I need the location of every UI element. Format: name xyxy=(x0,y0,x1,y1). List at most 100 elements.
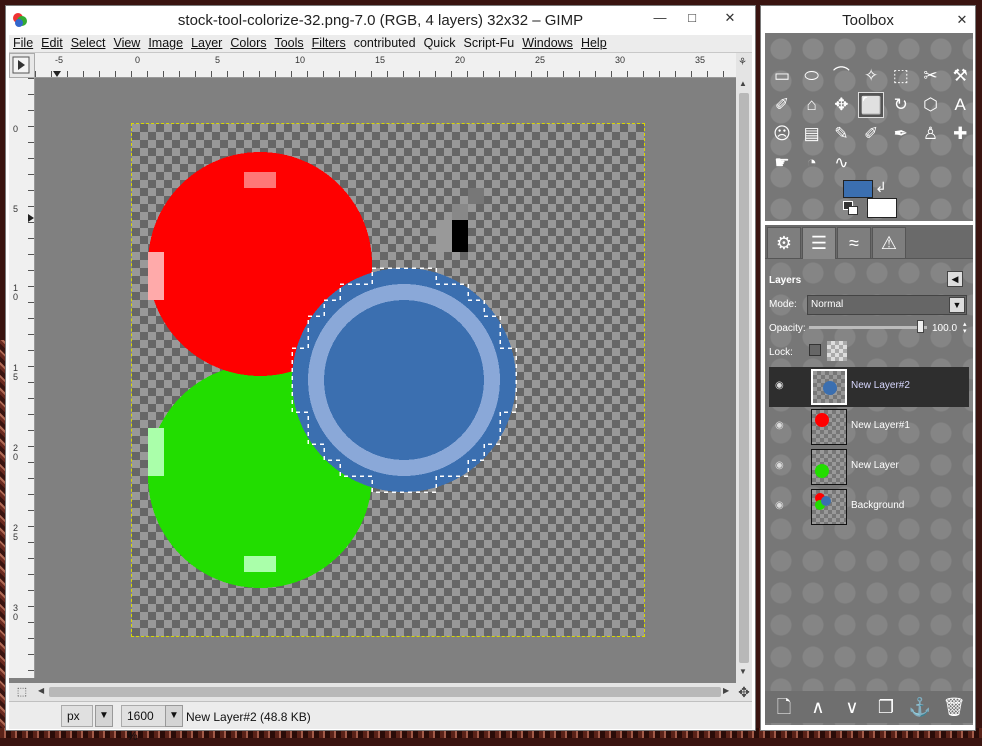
image-canvas[interactable] xyxy=(131,123,645,637)
menu-image[interactable]: Image xyxy=(144,35,187,50)
tab-tool-options[interactable]: ⚙ xyxy=(767,227,801,259)
visibility-eye-icon[interactable]: ◉ xyxy=(775,500,784,511)
free-select-icon[interactable]: ⌒ xyxy=(828,63,854,89)
window-titlebar[interactable]: stock-tool-colorize-32.png-7.0 (RGB, 4 l… xyxy=(6,6,755,34)
raise-layer-icon[interactable]: ∧ xyxy=(805,695,831,719)
zoom-combo[interactable]: 1600 % xyxy=(121,705,167,743)
unit-dropdown-icon[interactable]: ▼ xyxy=(95,705,113,727)
opacity-slider-handle[interactable] xyxy=(917,320,924,333)
menu-file[interactable]: File xyxy=(9,35,37,50)
lower-layer-icon[interactable]: ∨ xyxy=(839,695,865,719)
vertical-scroll-thumb[interactable] xyxy=(739,93,749,663)
scroll-down-icon[interactable]: ▼ xyxy=(739,667,747,676)
layer-name[interactable]: New Layer xyxy=(851,460,899,471)
eraser-icon[interactable]: ✐ xyxy=(858,121,884,147)
visibility-eye-icon[interactable]: ◉ xyxy=(775,420,784,431)
bucket-fill-icon[interactable]: ☹ xyxy=(769,121,795,147)
visibility-eye-icon[interactable]: ◉ xyxy=(775,380,784,391)
navigate-icon[interactable]: ⚘ xyxy=(738,57,747,68)
smudge-icon[interactable]: ☛ xyxy=(769,150,795,176)
horizontal-scrollbar[interactable]: ◀ ▶ xyxy=(35,683,736,701)
background-color[interactable] xyxy=(867,198,897,218)
lock-alpha-icon[interactable] xyxy=(827,341,847,361)
zoom-dropdown-icon[interactable]: ▼ xyxy=(165,705,183,727)
scroll-right-icon[interactable]: ▶ xyxy=(723,686,729,695)
foreground-color[interactable] xyxy=(843,180,873,198)
move-icon[interactable]: ✥ xyxy=(828,92,854,118)
lock-pixels-checkbox[interactable] xyxy=(809,344,821,356)
curves-icon[interactable]: ∿ xyxy=(828,150,854,176)
quick-mask-toggle[interactable] xyxy=(9,53,35,78)
swap-colors-icon[interactable]: ↲ xyxy=(875,179,887,196)
opacity-value[interactable]: 100.0 xyxy=(932,323,957,334)
layer-row-background[interactable]: ◉ Background xyxy=(769,487,969,527)
fuzzy-select-icon[interactable]: ✧ xyxy=(858,63,884,89)
menu-edit[interactable]: Edit xyxy=(37,35,67,50)
clone-icon[interactable]: ♙ xyxy=(918,121,944,147)
transform-icon[interactable]: ↻ xyxy=(888,92,914,118)
layer-name[interactable]: New Layer#1 xyxy=(851,420,910,431)
menu-colors[interactable]: Colors xyxy=(226,35,270,50)
crop-icon[interactable]: ⬜ xyxy=(858,92,885,118)
airbrush-icon[interactable]: ✒ xyxy=(888,121,914,147)
tab-layers[interactable]: ☰ xyxy=(802,227,836,259)
canvas-area[interactable]: -5 0 5 10 15 20 25 30 35 0 5 1 0 1 5 2 0… xyxy=(9,53,752,701)
ruler-v-tick: 1 5 xyxy=(13,363,19,382)
menu-layer[interactable]: Layer xyxy=(187,35,226,50)
tab-dashboard[interactable]: ⚠ xyxy=(872,227,906,259)
zoom-fit-icon[interactable]: ⬚ xyxy=(9,683,35,701)
menu-windows[interactable]: Windows xyxy=(518,35,577,50)
navigation-icon[interactable]: ✥ xyxy=(736,683,752,701)
default-colors-icon[interactable] xyxy=(843,201,861,215)
horizontal-scroll-thumb[interactable] xyxy=(49,687,721,697)
delete-layer-icon[interactable]: 🗑 xyxy=(941,695,967,719)
ellipse-select-icon[interactable]: ⬭ xyxy=(799,63,825,89)
unit-combo[interactable]: px xyxy=(61,705,93,727)
toolbox-close-button[interactable]: ✕ xyxy=(953,10,971,30)
menu-help[interactable]: Help xyxy=(577,35,611,50)
scroll-left-icon[interactable]: ◀ xyxy=(38,686,44,695)
mode-dropdown-icon[interactable]: ▼ xyxy=(949,297,965,313)
paths-icon[interactable]: ✐ xyxy=(769,92,795,118)
toolbox-titlebar[interactable]: Toolbox ✕ xyxy=(761,6,975,34)
color-picker-icon[interactable]: ⌂ xyxy=(799,92,825,118)
anchor-layer-icon[interactable]: ⚓ xyxy=(907,695,933,719)
vertical-ruler[interactable]: 0 5 1 0 1 5 2 0 2 5 3 0 xyxy=(9,78,35,678)
opacity-spinner-icon[interactable]: ▴ ▾ xyxy=(963,321,967,335)
menu-select[interactable]: Select xyxy=(67,35,110,50)
perspective-icon[interactable]: ⬡ xyxy=(918,92,944,118)
vertical-scrollbar[interactable]: ⚘ ▲ ▼ xyxy=(736,53,752,683)
opacity-slider[interactable] xyxy=(809,326,927,329)
select-by-color-icon[interactable]: ⬚ xyxy=(888,63,914,89)
menu-tools[interactable]: Tools xyxy=(270,35,307,50)
layer-name[interactable]: New Layer#2 xyxy=(851,380,910,391)
layer-name[interactable]: Background xyxy=(851,500,904,511)
foreground-select-icon[interactable]: ⚒ xyxy=(947,63,973,89)
menu-script-fu[interactable]: Script-Fu xyxy=(460,35,519,50)
menu-quick[interactable]: Quick xyxy=(420,35,460,50)
text-icon[interactable]: A xyxy=(947,92,973,118)
rect-select-icon[interactable]: ▭ xyxy=(769,63,795,89)
dodge-burn-icon[interactable]: ◔ xyxy=(799,150,825,176)
menu-contributed[interactable]: contributed xyxy=(350,35,420,50)
blend-icon[interactable]: ▤ xyxy=(799,121,825,147)
horizontal-ruler[interactable]: -5 0 5 10 15 20 25 30 35 xyxy=(35,53,736,78)
maximize-button[interactable]: □ xyxy=(678,8,706,28)
menu-filters[interactable]: Filters xyxy=(308,35,350,50)
minimize-button[interactable]: — xyxy=(646,8,674,28)
pencil-icon[interactable]: ✎ xyxy=(828,121,854,147)
scroll-up-icon[interactable]: ▲ xyxy=(739,79,747,88)
scissors-icon[interactable]: ✂ xyxy=(918,63,944,89)
duplicate-layer-icon[interactable]: ❐ xyxy=(873,695,899,719)
heal-icon[interactable]: ✚ xyxy=(947,121,973,147)
layer-row-new-layer-1[interactable]: ◉ New Layer#1 xyxy=(769,407,969,447)
close-button[interactable]: ✕ xyxy=(710,8,750,28)
layer-row-new-layer-2[interactable]: ◉ New Layer#2 xyxy=(769,367,969,407)
mode-select[interactable]: Normal xyxy=(807,295,967,315)
tab-paths[interactable]: ≈ xyxy=(837,227,871,259)
menu-view[interactable]: View xyxy=(109,35,144,50)
dock-menu-icon[interactable]: ◀ xyxy=(947,271,963,287)
new-layer-icon[interactable]: 🗋 xyxy=(771,695,797,719)
visibility-eye-icon[interactable]: ◉ xyxy=(775,460,784,471)
layer-row-new-layer[interactable]: ◉ New Layer xyxy=(769,447,969,487)
